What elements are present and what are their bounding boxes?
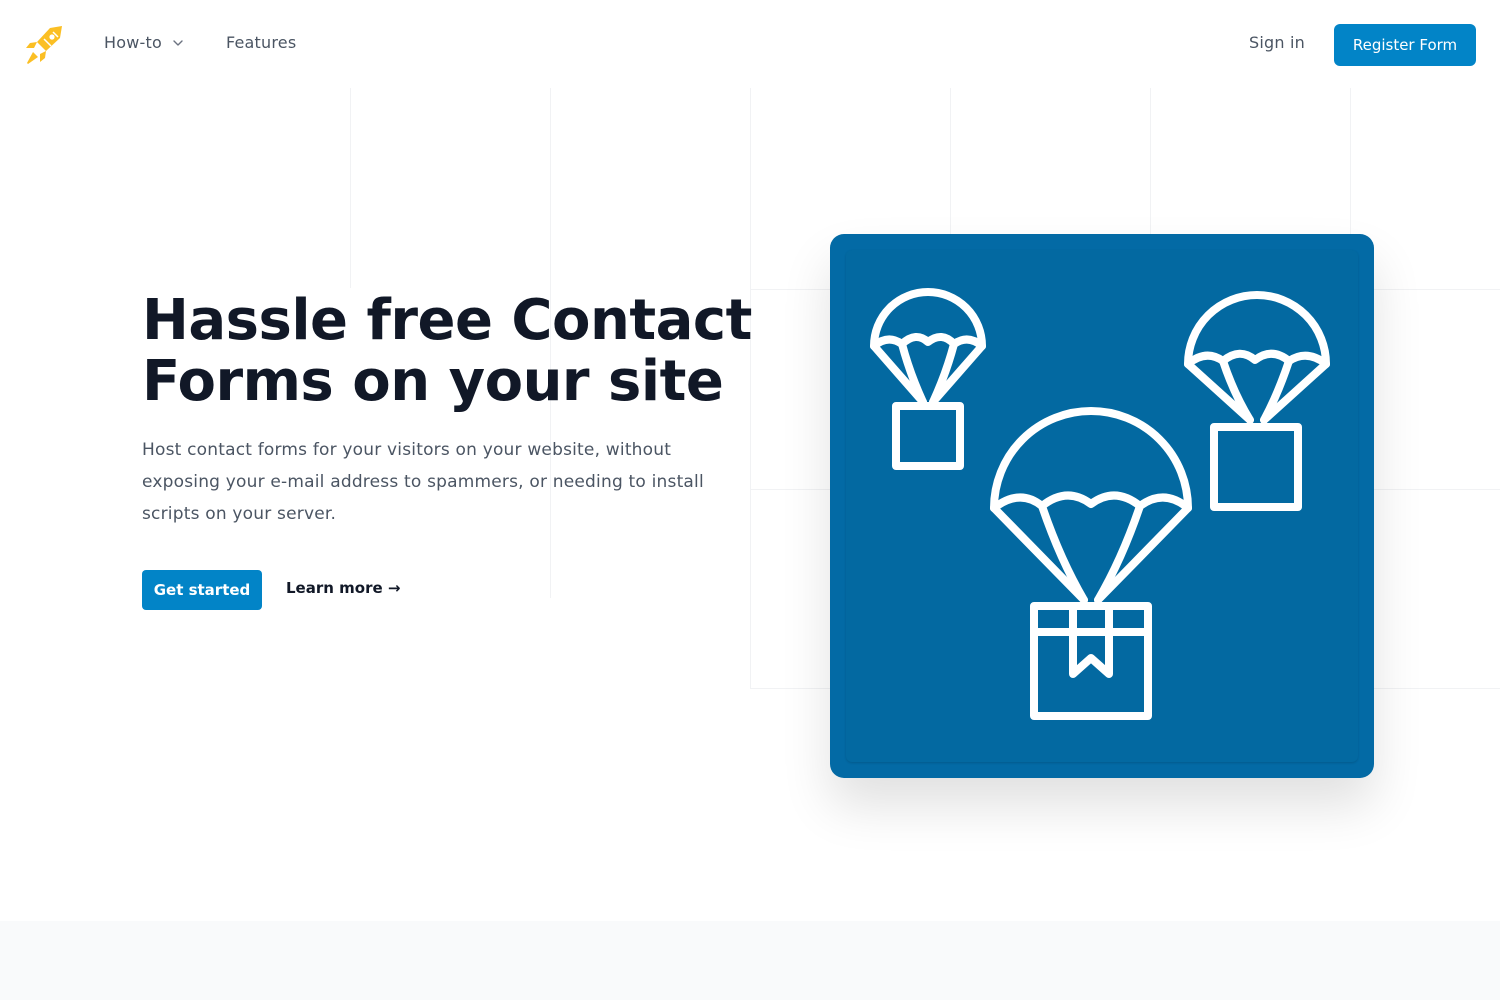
page: How-to Features Sign in Register Form Ha…	[0, 0, 1500, 1000]
hero-description: Host contact forms for your visitors on …	[142, 440, 704, 524]
top-navbar: How-to Features Sign in Register Form	[0, 0, 1500, 88]
learn-more-link[interactable]: Learn more →	[286, 579, 400, 597]
register-form-button[interactable]: Register Form	[1334, 24, 1476, 66]
nav-howto-label: How-to	[104, 33, 162, 52]
get-started-button[interactable]: Get started	[142, 570, 262, 610]
nav-features[interactable]: Features	[226, 33, 296, 52]
rocket-icon[interactable]	[24, 24, 66, 66]
chevron-down-icon	[173, 39, 183, 46]
parachute-packages-icon	[870, 288, 1330, 720]
hero-headline: Hassle free Contact Forms on your site	[142, 290, 782, 412]
hero-headline-line1: Hassle free Contact	[142, 288, 752, 353]
hero-headline-line2: Forms on your site	[142, 349, 724, 414]
hero-illustration-card	[830, 234, 1374, 778]
next-section-band	[0, 921, 1500, 1000]
nav-features-label: Features	[225, 33, 297, 52]
sign-in-link[interactable]: Sign in	[1249, 33, 1305, 52]
main-nav: How-to Features	[104, 33, 296, 52]
nav-howto[interactable]: How-to	[104, 33, 184, 52]
